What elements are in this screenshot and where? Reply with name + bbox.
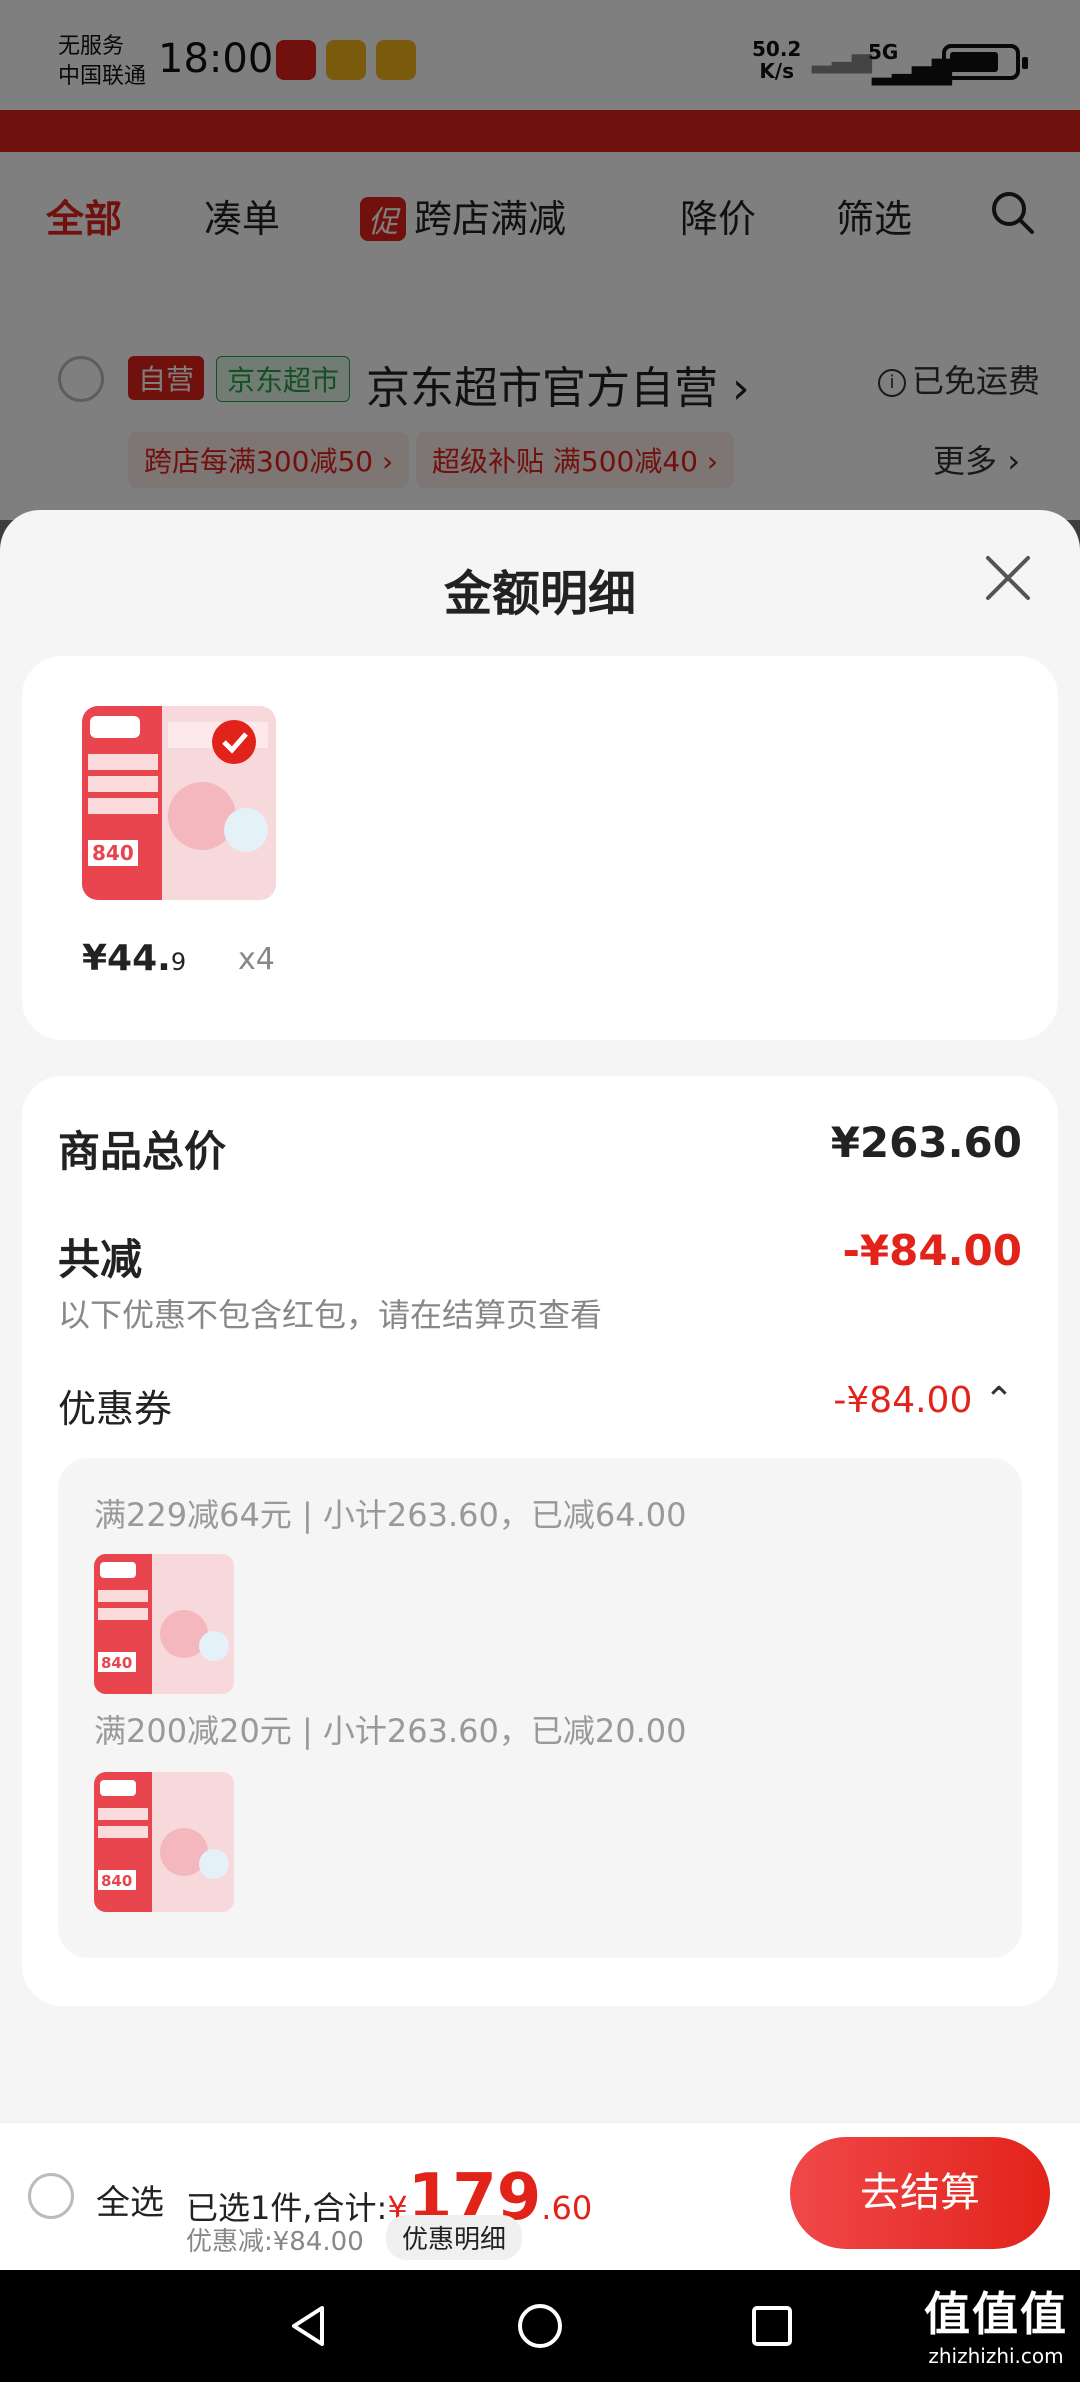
price-detail-card: 商品总价 ¥263.60 共减 -¥84.00 以下优惠不包含红包，请在结算页查… [22, 1076, 1058, 2006]
home-icon[interactable] [516, 2302, 564, 2350]
goods-total-label: 商品总价 [58, 1127, 227, 1176]
coupon-rule-1: 满229减64元 | 小计263.60，已减64.00 [94, 1496, 687, 1534]
coupon-breakdown: 满229减64元 | 小计263.60，已减64.00 840 满200减20元… [58, 1458, 1022, 1958]
watermark-url: zhizhizhi.com [928, 2344, 1064, 2368]
recents-icon[interactable] [748, 2302, 796, 2350]
checkout-button[interactable]: 去结算 [790, 2137, 1050, 2249]
select-all-radio[interactable] [28, 2173, 74, 2219]
system-nav-bar: 值值值 zhizhizhi.com [0, 2270, 1080, 2382]
coupon-product-image-1: 840 [94, 1554, 234, 1694]
checkout-bar: 全选 已选1件,合计:¥179.60 优惠减:¥84.00 优惠明细 去结算 [0, 2122, 1080, 2270]
coupon-toggle[interactable]: -¥84.00 ⌃ [833, 1380, 1014, 1421]
product-card: 840 ¥44.9 x4 [22, 656, 1058, 1040]
close-icon[interactable] [980, 550, 1036, 606]
reduce-note: 以下优惠不包含红包，请在结算页查看 [58, 1296, 603, 1334]
coupon-label: 优惠券 [58, 1387, 173, 1431]
coupon-value: -¥84.00 [833, 1380, 973, 1421]
total-reduce-label: 共减 [58, 1235, 143, 1284]
site-watermark: 值值值 zhizhizhi.com [924, 2278, 1068, 2368]
select-all-label[interactable]: 全选 [96, 2175, 164, 2224]
coupon-rule-2: 满200减20元 | 小计263.60，已减20.00 [94, 1712, 687, 1750]
back-icon[interactable] [284, 2302, 332, 2350]
diaper-product-image: 840 [82, 706, 276, 900]
price-cents: 9 [170, 948, 187, 976]
discount-detail-button[interactable]: 优惠明细 [386, 2215, 523, 2260]
watermark-logo-text: 值值值 [924, 2287, 1068, 2341]
total-cents: .60 [541, 2189, 593, 2227]
product-quantity: x4 [238, 942, 275, 977]
svg-text:840: 840 [92, 841, 134, 865]
amount-detail-sheet: 金额明细 840 ¥44.9 x4 商品总价 ¥263.60 共减 -¥84.0… [0, 510, 1080, 2270]
svg-text:840: 840 [101, 1654, 132, 1672]
product-image[interactable]: 840 [82, 706, 276, 900]
price-main: ¥44. [82, 938, 171, 979]
svg-text:840: 840 [101, 1872, 132, 1890]
sheet-title: 金额明细 [443, 566, 636, 622]
coupon-product-image-2: 840 [94, 1772, 234, 1912]
goods-total-value: ¥263.60 [830, 1118, 1022, 1167]
chevron-up-icon: ⌃ [983, 1380, 1014, 1421]
total-reduce-value: -¥84.00 [842, 1226, 1022, 1275]
discount-summary: 优惠减:¥84.00 [186, 2227, 364, 2257]
product-price: ¥44.9 [82, 938, 186, 979]
